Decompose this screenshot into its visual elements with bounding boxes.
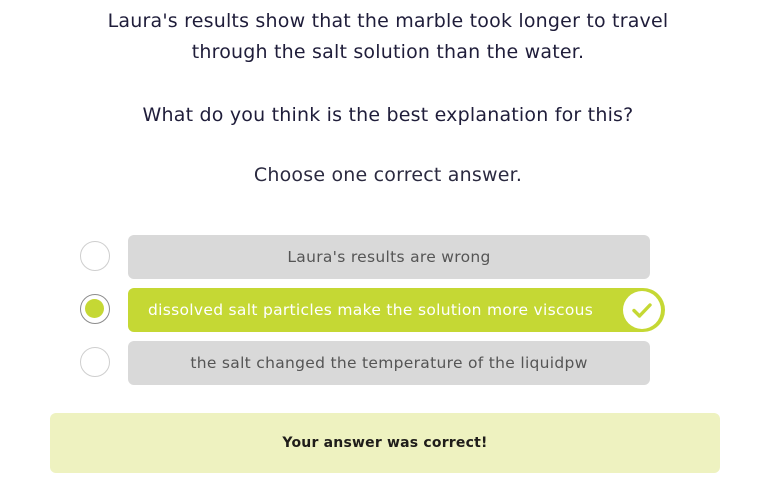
answer-option-correct[interactable]: dissolved salt particles make the soluti… (128, 288, 665, 332)
statement-line: Laura's results show that the marble too… (107, 10, 669, 32)
answer-option[interactable]: Laura's results are wrong (78, 235, 698, 279)
answer-instruction: Choose one correct answer. (253, 164, 523, 186)
answer-option-label: dissolved salt particles make the soluti… (148, 301, 594, 319)
feedback-message: Your answer was correct! (282, 435, 488, 451)
statement-line: through the salt solution than the water… (191, 41, 585, 63)
answer-option-label[interactable]: the salt changed the temperature of the … (128, 341, 650, 385)
radio-selected-dot (85, 299, 104, 318)
radio-button[interactable] (80, 241, 110, 271)
answer-option[interactable]: the salt changed the temperature of the … (78, 341, 698, 385)
answer-option-selected[interactable]: dissolved salt particles make the soluti… (78, 288, 698, 332)
answer-option-label[interactable]: Laura's results are wrong (128, 235, 650, 279)
question-statement: Laura's results show that the marble too… (0, 6, 776, 68)
check-icon (623, 291, 661, 329)
radio-button-selected[interactable] (80, 294, 110, 324)
question-prompt: What do you think is the best explanatio… (142, 104, 634, 126)
radio-button[interactable] (80, 347, 110, 377)
feedback-banner: Your answer was correct! (50, 413, 720, 473)
